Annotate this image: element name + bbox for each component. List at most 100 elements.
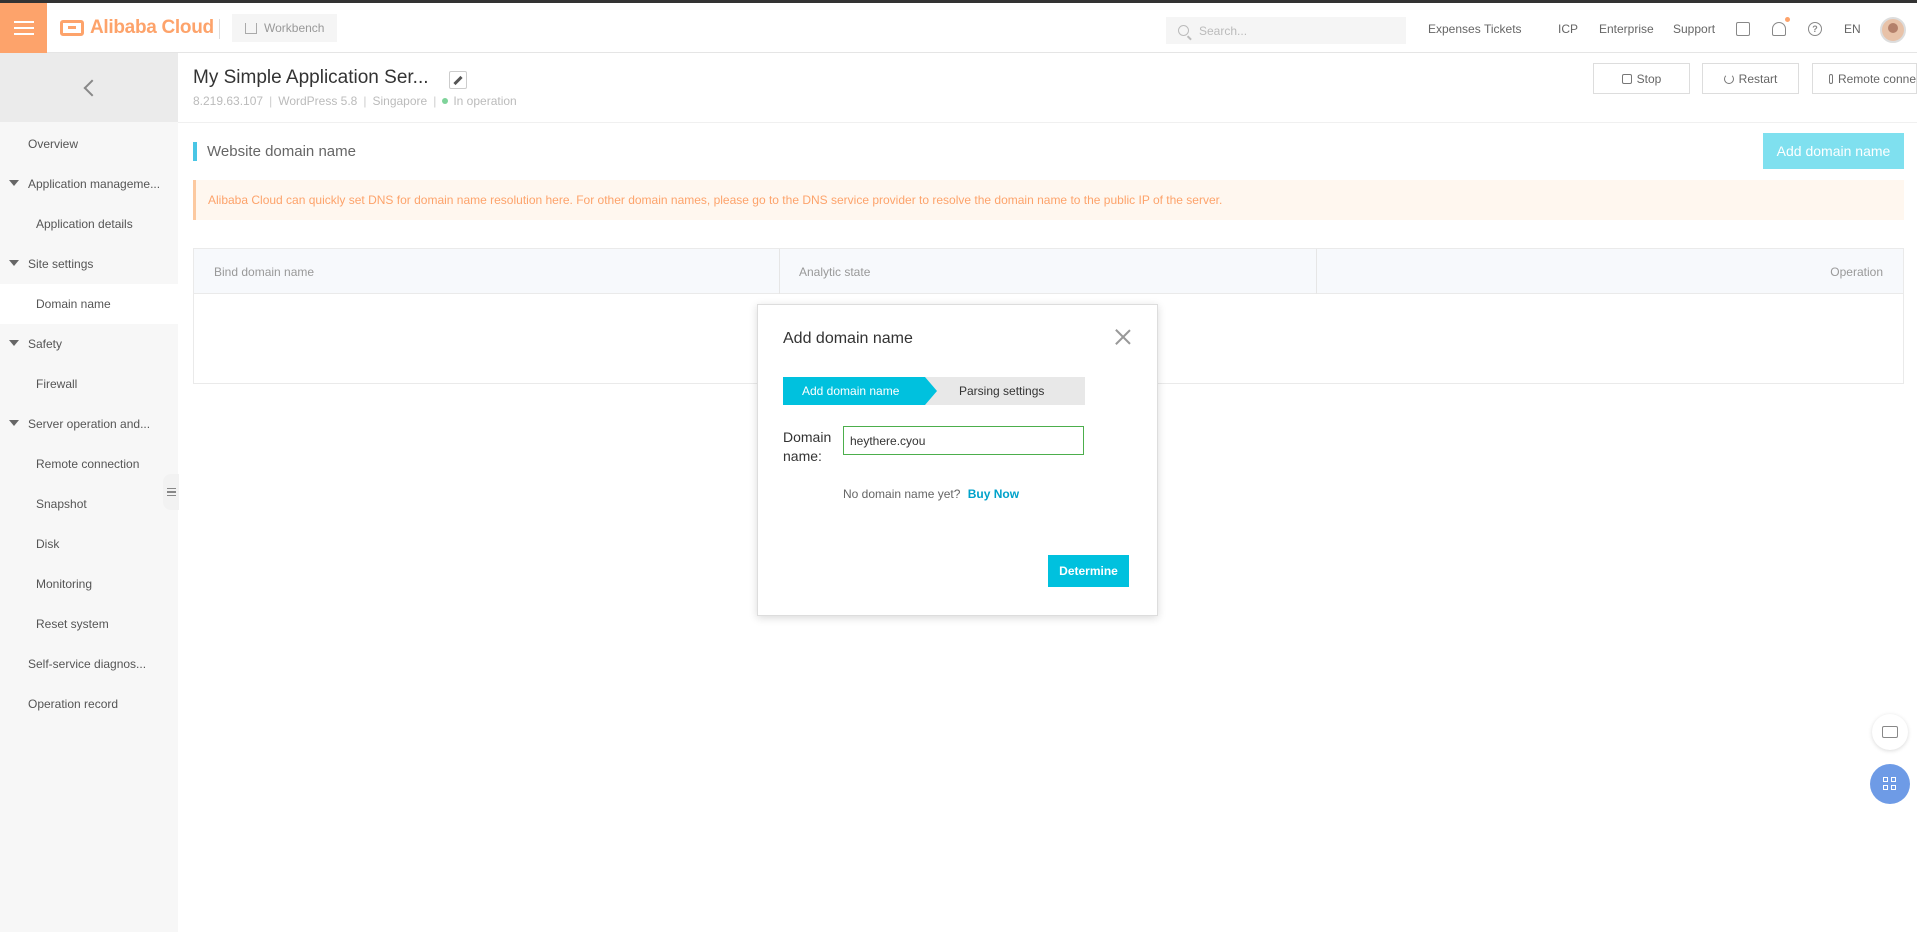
sidebar-item-operation-record[interactable]: Operation record	[0, 684, 178, 724]
pencil-icon	[453, 75, 463, 85]
menu-collapse-icon	[166, 488, 176, 496]
search-placeholder: Search...	[1199, 23, 1248, 38]
restart-button[interactable]: Restart	[1702, 63, 1799, 94]
brand-name: Alibaba Cloud	[90, 17, 214, 38]
sidebar-item-label: Disk	[36, 537, 60, 551]
section-title: Website domain name	[193, 142, 356, 161]
stop-icon	[1621, 73, 1632, 84]
step-label: Parsing settings	[959, 384, 1045, 398]
column-header-operation: Operation	[1830, 264, 1883, 279]
home-icon	[245, 22, 257, 34]
server-ip: 8.219.63.107	[193, 94, 264, 108]
terminal-icon[interactable]	[1736, 22, 1750, 36]
search-icon	[1178, 25, 1189, 36]
meta-separator: |	[269, 94, 273, 108]
back-button[interactable]	[0, 53, 178, 122]
sidebar-item-label: Remote connection	[36, 457, 140, 471]
sidebar-group-application-management[interactable]: Application manageme...	[0, 164, 178, 204]
step-arrow	[925, 377, 937, 405]
sidebar-group-server-operation[interactable]: Server operation and...	[0, 404, 178, 444]
caret-down-icon	[9, 420, 19, 426]
hamburger-icon	[13, 21, 34, 35]
stop-label: Stop	[1636, 71, 1662, 86]
alibaba-cloud-logo[interactable]: Alibaba Cloud	[60, 17, 214, 39]
chevron-left-icon	[83, 79, 101, 96]
no-domain-text: No domain name yet?	[843, 487, 961, 501]
apps-grid-icon	[1883, 777, 1897, 791]
determine-button[interactable]: Determine	[1048, 555, 1129, 587]
sidebar: Overview Application manageme... Applica…	[0, 53, 178, 932]
sidebar-item-application-details[interactable]: Application details	[0, 204, 178, 244]
add-domain-button[interactable]: Add domain name	[1763, 133, 1904, 169]
sidebar-item-label: Safety	[28, 337, 63, 351]
domain-name-label: Domain name:	[783, 429, 832, 464]
remote-connection-button[interactable]: Remote conne	[1812, 63, 1917, 94]
logo-mark-icon	[60, 20, 84, 36]
workbench-button[interactable]: Workbench	[232, 14, 338, 42]
sidebar-item-self-service-diagnosis[interactable]: Self-service diagnos...	[0, 644, 178, 684]
sidebar-item-label: Overview	[28, 137, 79, 151]
sidebar-collapse-handle[interactable]	[163, 474, 179, 510]
feedback-button[interactable]	[1872, 714, 1908, 750]
sidebar-item-label: Monitoring	[36, 577, 93, 591]
top-bar: Alibaba Cloud Workbench Search... Expens…	[0, 0, 1917, 53]
domain-name-input[interactable]	[843, 426, 1084, 455]
server-meta: 8.219.63.107 | WordPress 5.8 | Singapore…	[193, 94, 517, 108]
meta-separator: |	[433, 94, 437, 108]
stop-button[interactable]: Stop	[1593, 63, 1690, 94]
close-icon[interactable]	[1113, 327, 1133, 347]
server-app: WordPress 5.8	[278, 94, 358, 108]
sidebar-item-label: Server operation and...	[28, 417, 151, 431]
dialog-title: Add domain name	[783, 330, 913, 347]
help-icon[interactable]: ?	[1808, 22, 1822, 36]
header-divider	[178, 122, 1917, 123]
caret-down-icon	[9, 340, 19, 346]
nav-expenses[interactable]: Expenses	[1428, 22, 1481, 36]
column-header-analytic-state: Analytic state	[799, 264, 871, 279]
notice-text: Alibaba Cloud can quickly set DNS for do…	[208, 193, 1223, 207]
remote-icon	[1829, 73, 1833, 84]
no-domain-hint: No domain name yet? Buy Now	[843, 487, 1019, 501]
sidebar-item-overview[interactable]: Overview	[0, 124, 178, 164]
server-status: In operation	[453, 94, 517, 108]
apps-button[interactable]	[1870, 764, 1910, 804]
sidebar-item-disk[interactable]: Disk	[0, 524, 178, 564]
step-indicator: Parsing settings Add domain name	[783, 377, 1085, 405]
add-domain-dialog: Add domain name Parsing settings Add dom…	[757, 304, 1158, 616]
sidebar-item-domain-name[interactable]: Domain name	[0, 284, 178, 324]
sidebar-item-firewall[interactable]: Firewall	[0, 364, 178, 404]
hamburger-menu-button[interactable]	[0, 3, 47, 53]
caret-down-icon	[9, 260, 19, 266]
user-avatar[interactable]	[1880, 17, 1906, 43]
nav-icp[interactable]: ICP	[1558, 22, 1578, 36]
nav-support[interactable]: Support	[1673, 22, 1715, 36]
page-title: My Simple Application Ser...	[193, 67, 429, 88]
sidebar-item-label: Site settings	[28, 257, 94, 271]
bell-icon[interactable]	[1772, 22, 1786, 36]
sidebar-item-label: Snapshot	[36, 497, 87, 511]
sidebar-item-reset-system[interactable]: Reset system	[0, 604, 178, 644]
column-divider	[779, 249, 780, 294]
language-switch[interactable]: EN	[1844, 22, 1861, 36]
sidebar-group-safety[interactable]: Safety	[0, 324, 178, 364]
sidebar-item-label: Domain name	[36, 297, 111, 311]
sidebar-item-label: Application manageme...	[28, 177, 161, 191]
nav-tickets[interactable]: Tickets	[1484, 22, 1522, 36]
sidebar-item-label: Reset system	[36, 617, 109, 631]
table-header: Bind domain name Analytic state Operatio…	[194, 249, 1903, 294]
search-box[interactable]: Search...	[1166, 17, 1406, 44]
nav-enterprise[interactable]: Enterprise	[1599, 22, 1654, 36]
sidebar-group-site-settings[interactable]: Site settings	[0, 244, 178, 284]
sidebar-item-remote-connection[interactable]: Remote connection	[0, 444, 178, 484]
sidebar-item-label: Firewall	[36, 377, 78, 391]
sidebar-item-monitoring[interactable]: Monitoring	[0, 564, 178, 604]
chat-icon	[1882, 726, 1898, 738]
status-dot	[442, 98, 449, 104]
edit-name-button[interactable]	[449, 71, 467, 89]
step-add-domain: Add domain name	[783, 377, 925, 405]
buy-now-link[interactable]: Buy Now	[968, 487, 1019, 501]
restart-label: Restart	[1738, 71, 1778, 86]
caret-down-icon	[9, 180, 19, 186]
sidebar-item-snapshot[interactable]: Snapshot	[0, 484, 178, 524]
step-label: Add domain name	[802, 384, 900, 398]
